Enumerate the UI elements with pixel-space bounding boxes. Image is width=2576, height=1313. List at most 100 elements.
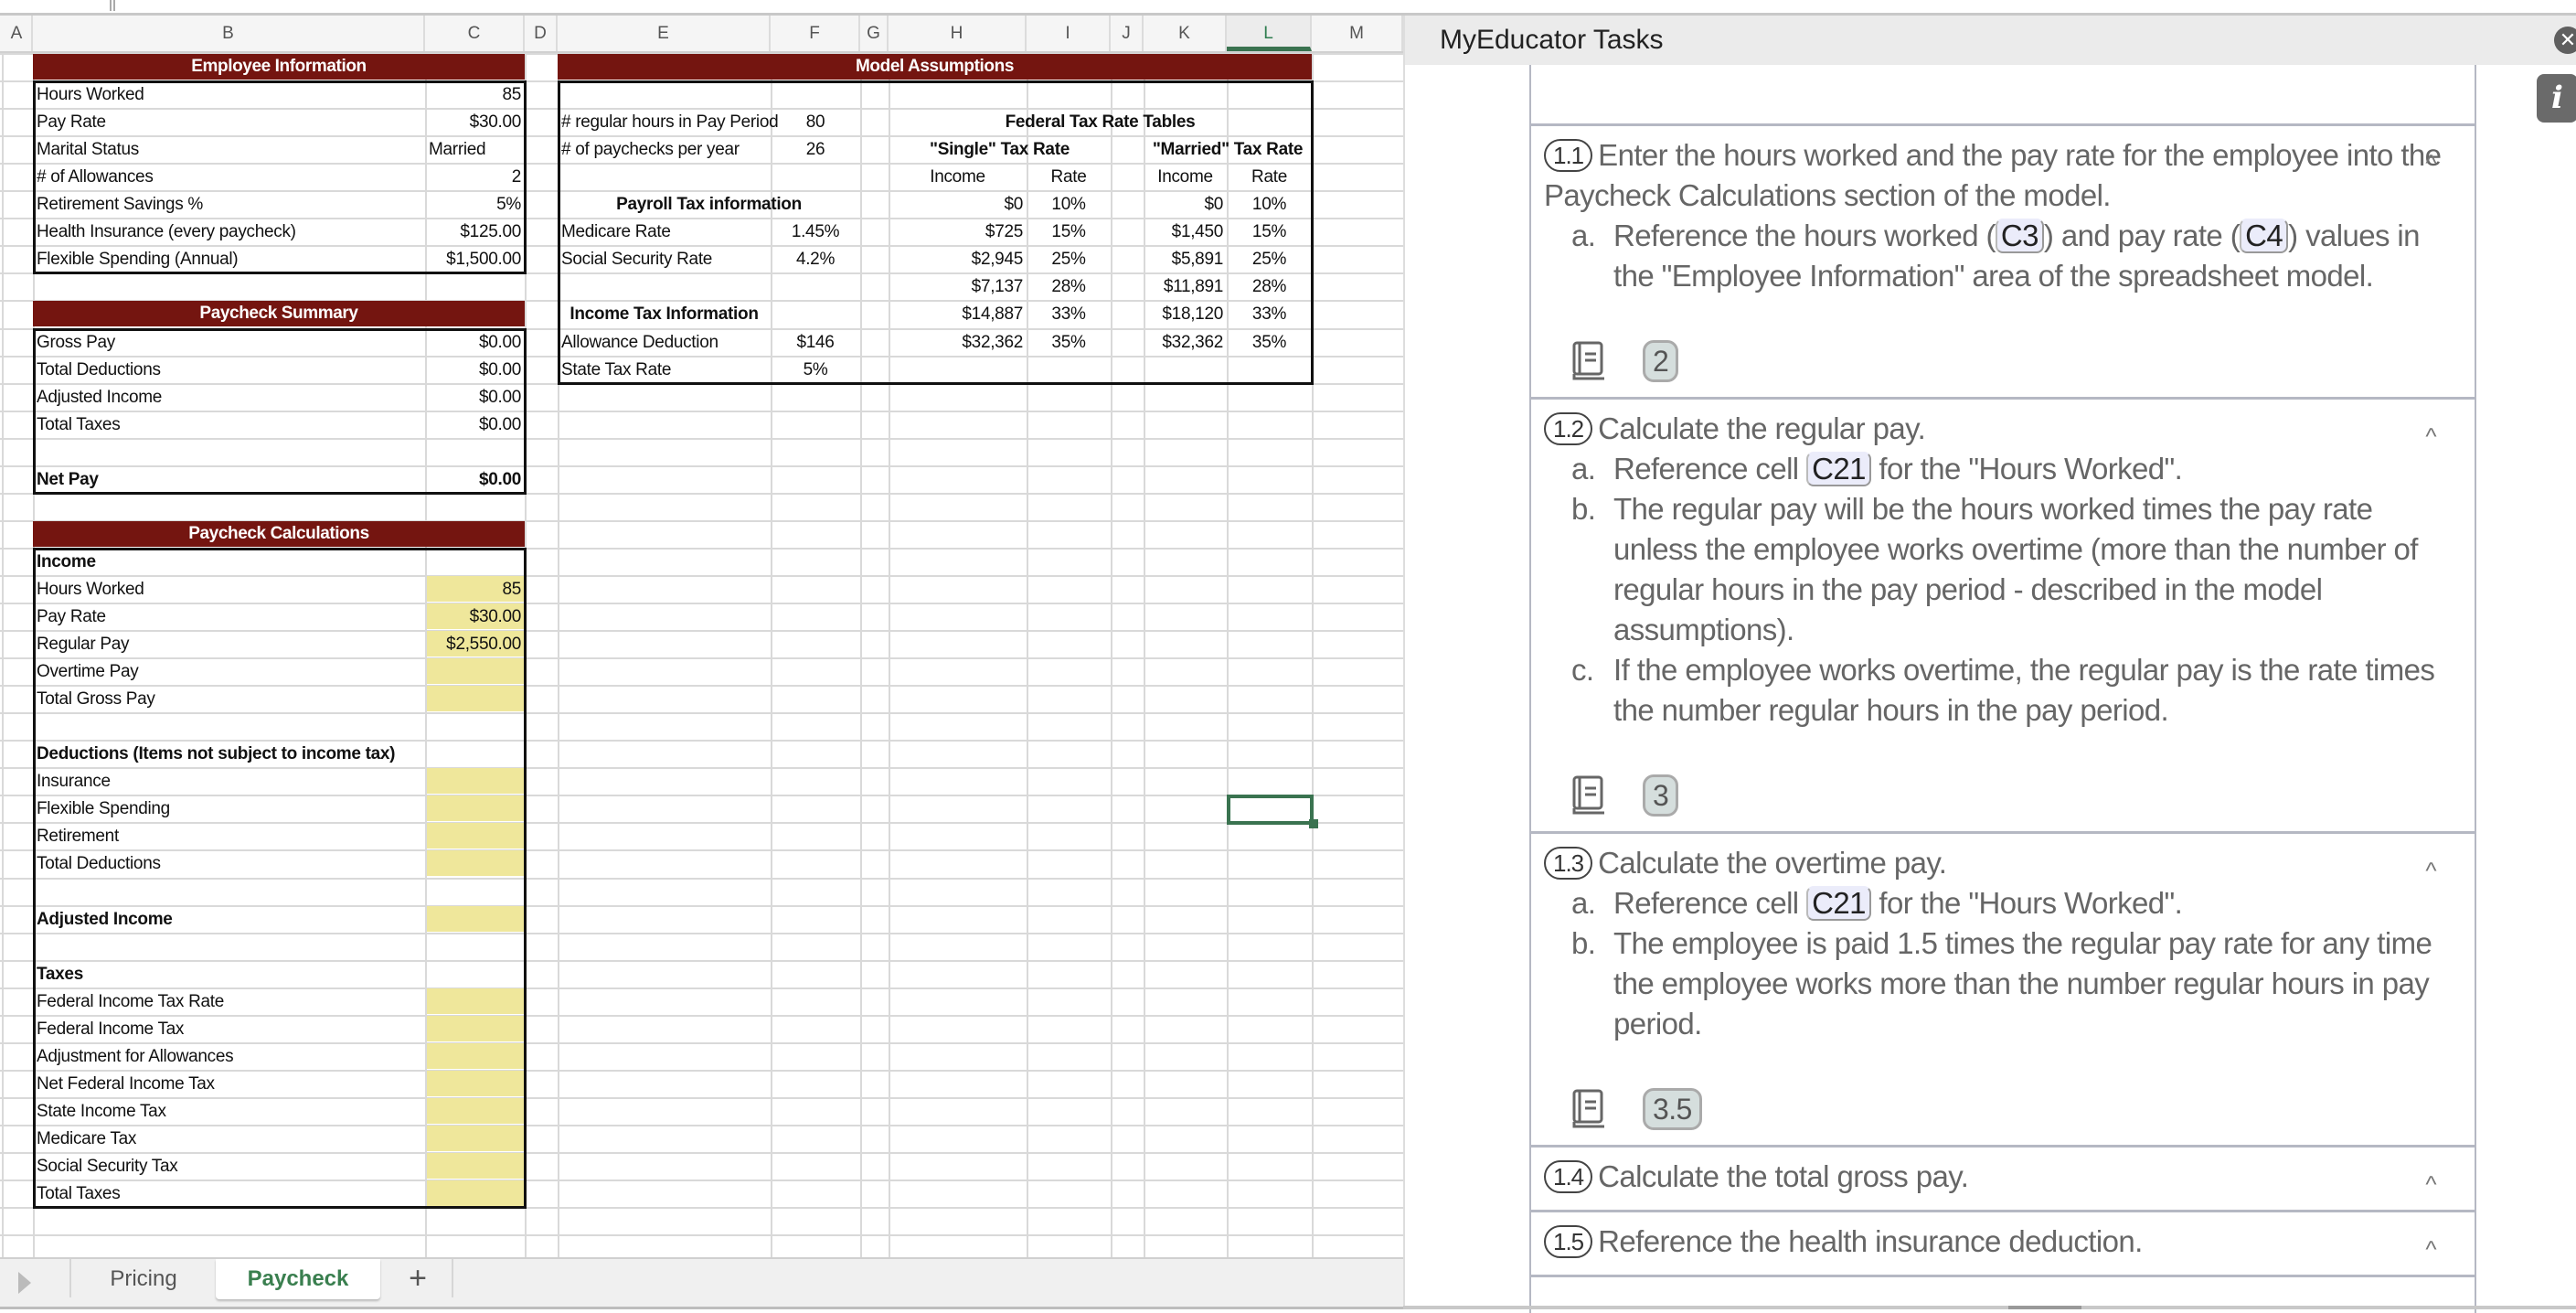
adjusted-income-value[interactable]	[425, 906, 525, 932]
assumption-value[interactable]: 4.2%	[771, 246, 860, 272]
deductions-section-label[interactable]: Deductions (Items not subject to income …	[33, 741, 425, 766]
summary-value[interactable]: $0.00	[425, 411, 525, 437]
calc-value[interactable]	[425, 823, 525, 849]
married-bracket-rate[interactable]: 35%	[1227, 329, 1312, 355]
task-item[interactable]: 1.3 Calculate the overtime pay. ^ a. Referen…	[1531, 834, 2475, 1148]
single-bracket-income[interactable]: $2,945	[889, 246, 1027, 272]
summary-value[interactable]: $0.00	[425, 357, 525, 382]
assumption-label[interactable]: # of paychecks per year	[558, 136, 771, 162]
calc-label[interactable]: Total Deductions	[33, 850, 425, 876]
payroll-tax-header[interactable]: Payroll Tax information	[558, 191, 860, 217]
column-header-a[interactable]: A	[2, 16, 33, 51]
assumption-label[interactable]: Medicare Rate	[558, 219, 771, 244]
scroll-tabs-right-icon[interactable]	[18, 1272, 31, 1294]
employee-info-value[interactable]: $125.00	[425, 219, 525, 244]
column-header-e[interactable]: E	[558, 16, 771, 51]
income-section-label[interactable]: Income	[33, 549, 425, 574]
employee-info-value[interactable]: $30.00	[425, 109, 525, 134]
single-bracket-income[interactable]: $7,137	[889, 273, 1027, 299]
employee-info-value[interactable]: 85	[425, 81, 525, 107]
married-bracket-income[interactable]: $32,362	[1144, 329, 1227, 355]
calc-value[interactable]: $30.00	[425, 603, 525, 629]
summary-label[interactable]: Gross Pay	[33, 329, 425, 355]
calc-value[interactable]	[425, 1071, 525, 1096]
married-bracket-rate[interactable]: 28%	[1227, 273, 1312, 299]
assumption-label[interactable]: # regular hours in Pay Period	[558, 109, 779, 134]
married-bracket-income[interactable]: $0	[1144, 191, 1227, 217]
close-icon[interactable]: ✕	[2554, 27, 2576, 54]
task-item[interactable]: 1.4 Calculate the total gross pay. ^	[1531, 1148, 2475, 1212]
net-pay-value[interactable]: $0.00	[425, 466, 525, 492]
book-icon[interactable]	[1571, 1089, 1606, 1129]
column-header-b[interactable]: B	[33, 16, 425, 51]
single-bracket-rate[interactable]: 10%	[1027, 191, 1111, 217]
assumption-label[interactable]: Social Security Rate	[558, 246, 771, 272]
married-bracket-income[interactable]: $5,891	[1144, 246, 1227, 272]
calc-label[interactable]: Total Taxes	[33, 1180, 425, 1206]
calc-value[interactable]	[425, 850, 525, 876]
calc-label[interactable]: Social Security Tax	[33, 1153, 425, 1179]
selected-cell[interactable]	[1227, 795, 1314, 826]
employee-info-value[interactable]: 2	[425, 164, 525, 189]
single-bracket-income[interactable]: $32,362	[889, 329, 1027, 355]
collapse-chevron-icon[interactable]: ^	[2425, 1229, 2436, 1269]
summary-label[interactable]: Total Deductions	[33, 357, 425, 382]
calc-value[interactable]	[425, 1153, 525, 1179]
single-bracket-rate[interactable]: 28%	[1027, 273, 1111, 299]
calc-value[interactable]	[425, 658, 525, 684]
calc-label[interactable]: Flexible Spending	[33, 795, 425, 821]
assumption-value[interactable]: 5%	[771, 357, 860, 382]
calc-label[interactable]: Medicare Tax	[33, 1126, 425, 1151]
employee-info-label[interactable]: # of Allowances	[33, 164, 425, 189]
cell-reference-link[interactable]: C3	[1995, 219, 2044, 253]
income-column-label[interactable]: Income	[1144, 164, 1227, 189]
calc-label[interactable]: Total Gross Pay	[33, 686, 425, 711]
rate-column-label[interactable]: Rate	[1227, 164, 1312, 189]
sheet-tab-pricing[interactable]: Pricing	[71, 1259, 216, 1299]
calc-label[interactable]: Overtime Pay	[33, 658, 425, 684]
column-header-i[interactable]: I	[1027, 16, 1111, 51]
book-icon[interactable]	[1571, 341, 1606, 381]
single-bracket-rate[interactable]: 35%	[1027, 329, 1111, 355]
calc-value[interactable]: 85	[425, 576, 525, 602]
summary-label[interactable]: Total Taxes	[33, 411, 425, 437]
married-bracket-rate[interactable]: 15%	[1227, 219, 1312, 244]
calc-value[interactable]	[425, 1016, 525, 1041]
assumption-label[interactable]: Allowance Deduction	[558, 329, 771, 355]
calc-value[interactable]	[425, 1043, 525, 1069]
calc-value[interactable]	[425, 768, 525, 794]
calc-label[interactable]: Federal Income Tax	[33, 1016, 425, 1041]
assumption-value[interactable]: 1.45%	[771, 219, 860, 244]
net-pay-label[interactable]: Net Pay	[33, 466, 425, 492]
income-column-label[interactable]: Income	[889, 164, 1027, 189]
task-item[interactable]: 1.2 Calculate the regular pay. ^ a. Referenc…	[1531, 400, 2475, 834]
calc-value[interactable]	[425, 1098, 525, 1124]
column-header-d[interactable]: D	[525, 16, 558, 51]
federal-tax-tables-title[interactable]: Federal Tax Rate Tables	[889, 109, 1312, 134]
calc-label[interactable]: State Income Tax	[33, 1098, 425, 1124]
column-header-h[interactable]: H	[889, 16, 1027, 51]
column-header-j[interactable]: J	[1111, 16, 1144, 51]
calc-label[interactable]: Net Federal Income Tax	[33, 1071, 425, 1096]
cell-reference-link[interactable]: C4	[2240, 219, 2289, 253]
single-bracket-income[interactable]: $14,887	[889, 301, 1027, 326]
calc-value[interactable]	[425, 1126, 525, 1151]
calc-value[interactable]	[425, 795, 525, 821]
add-sheet-button[interactable]: +	[384, 1259, 452, 1299]
taxes-section-label[interactable]: Taxes	[33, 961, 425, 987]
sheet-tab-paycheck[interactable]: Paycheck	[216, 1259, 380, 1299]
column-header-g[interactable]: G	[860, 16, 889, 51]
employee-info-label[interactable]: Health Insurance (every paycheck)	[33, 219, 425, 244]
employee-info-value[interactable]: Married	[425, 136, 525, 162]
calc-label[interactable]: Hours Worked	[33, 576, 425, 602]
calc-value[interactable]	[425, 1180, 525, 1206]
calc-label[interactable]: Federal Income Tax Rate	[33, 988, 425, 1014]
rate-column-label[interactable]: Rate	[1027, 164, 1111, 189]
column-header-k[interactable]: K	[1144, 16, 1227, 51]
calc-label[interactable]: Pay Rate	[33, 603, 425, 629]
cell-reference-link[interactable]: C21	[1806, 886, 1871, 921]
summary-value[interactable]: $0.00	[425, 329, 525, 355]
married-bracket-income[interactable]: $11,891	[1144, 273, 1227, 299]
assumption-value[interactable]: $146	[771, 329, 860, 355]
calc-value[interactable]: $2,550.00	[425, 631, 525, 656]
